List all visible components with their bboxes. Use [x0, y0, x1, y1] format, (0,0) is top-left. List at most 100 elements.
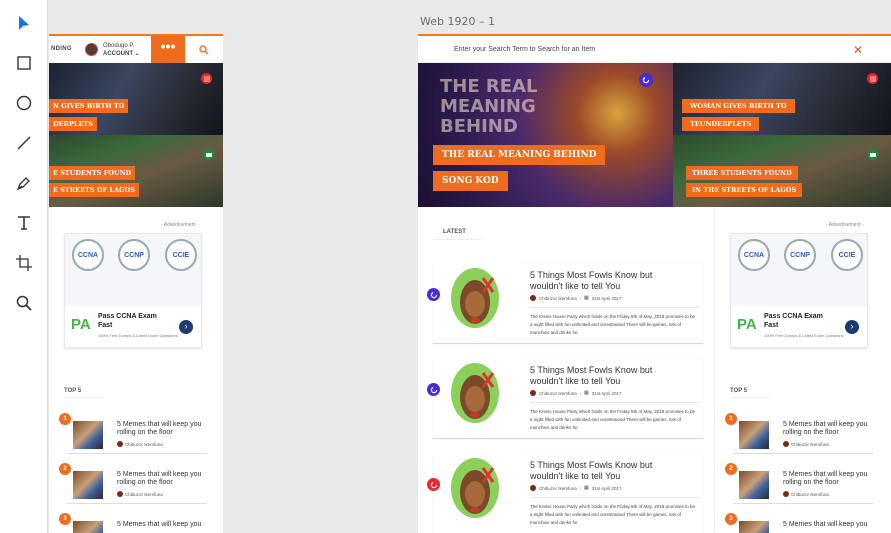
spinner-icon: [427, 383, 440, 396]
rectangle-tool-icon[interactable]: [14, 53, 34, 73]
article-meta: Chibuzor Ikemfuna / ▦ 31st April 2017: [530, 485, 622, 491]
chevron-right-icon[interactable]: ›: [845, 320, 859, 334]
search-bar: Enter your Search Term to Search for an …: [418, 34, 891, 63]
ad-logo: CCNP: [118, 239, 150, 271]
thumbnail: [739, 521, 769, 533]
search-input[interactable]: Enter your Search Term to Search for an …: [454, 46, 595, 53]
ad-brand: PA: [71, 316, 91, 333]
section-title: TOP 5: [64, 388, 104, 398]
tools-panel: [0, 0, 48, 533]
camera-icon: [867, 149, 878, 160]
article-card[interactable]: 5 Things Most Fowls Know but wouldn't li…: [427, 258, 703, 344]
chevron-down-icon: ⌄: [134, 51, 140, 57]
spinner-icon: [639, 73, 653, 87]
thumbnail: [73, 521, 103, 533]
mobile-artboard: NDING Obodugo P. ACCOUNT ⌄ ••• N GIVES B…: [49, 34, 223, 533]
spinner-icon: [427, 478, 440, 491]
ad-banner[interactable]: CCNA CCNP CCIE PA Pass CCNA Exam Fast 10…: [64, 233, 202, 348]
select-tool-icon[interactable]: [14, 13, 34, 33]
thumbnail: [739, 471, 769, 499]
article-card[interactable]: 5 Things Most Fowls Know but wouldn't li…: [427, 448, 703, 533]
divider: [530, 402, 700, 403]
column-divider: [714, 208, 715, 533]
story-tile[interactable]: E STUDENTS FOUND E STREETS OF LAGOS: [49, 135, 223, 207]
author: Chibuzor Ikemfuna: [783, 491, 829, 497]
mobile-header: NDING Obodugo P. ACCOUNT ⌄ •••: [49, 34, 223, 63]
ad-title: Pass CCNA Exam Fast: [764, 313, 823, 329]
pen-tool-icon[interactable]: [14, 173, 34, 193]
ad-label: - Advertisement -: [826, 222, 864, 228]
article-card[interactable]: 5 Things Most Fowls Know but wouldn't li…: [427, 353, 703, 439]
zoom-tool-icon[interactable]: [14, 293, 34, 313]
ad-image: CCNA CCNP CCIE: [65, 234, 201, 306]
line-tool-icon[interactable]: [14, 133, 34, 153]
item-title: 5 Memes that will keep you rolling on th…: [783, 421, 868, 436]
article-excerpt: The Kreiss House Party which holds on th…: [530, 409, 695, 430]
ad-title: Pass CCNA Exam Fast: [98, 313, 157, 329]
story-tile[interactable]: WOMAN GIVES BIRTH TO TEUNDERPLETS: [673, 63, 891, 135]
article-image: [433, 448, 517, 528]
avatar: [530, 295, 536, 301]
text-tool-icon[interactable]: [14, 213, 34, 233]
ad-label: - Advertisement -: [161, 222, 199, 228]
item-title: 5 Memes that will keep you rolling on th…: [117, 421, 202, 436]
article-excerpt: The Kreiss House Party which holds on th…: [530, 504, 695, 525]
search-icon: [199, 44, 209, 54]
thumbnail: [739, 421, 769, 449]
account-label: ACCOUNT: [103, 51, 133, 57]
hero-story[interactable]: THE REAL MEANING BEHIND THE REAL MEANING…: [418, 63, 673, 207]
close-icon[interactable]: ✕: [853, 43, 863, 57]
list-item[interactable]: 1 5 Memes that will keep you rolling on …: [59, 413, 207, 454]
article-excerpt: The Kreiss House Party which holds on th…: [530, 314, 695, 335]
ad-subtitle: 100% Free Dumps & Latest Exam Questions: [764, 333, 844, 338]
article-title[interactable]: 5 Things Most Fowls Know but wouldn't li…: [530, 365, 670, 387]
ad-logo: CCNA: [738, 239, 770, 271]
user-name: Obodugo P.: [103, 43, 135, 49]
author: Chibuzor Ikemfuna: [783, 441, 829, 447]
story-tag: IN THE STREETS OF LAGOS: [686, 183, 803, 197]
list-item[interactable]: 2 5 Memes that will keep you rolling on …: [725, 463, 873, 504]
avatar: [530, 485, 536, 491]
hero-image-title: THE REAL MEANING BEHIND: [440, 76, 538, 137]
more-button[interactable]: •••: [151, 36, 185, 63]
camera-icon: [203, 149, 214, 160]
ad-logo: CCIE: [165, 239, 197, 271]
trending-label[interactable]: NDING: [51, 46, 72, 52]
avatar: [783, 491, 789, 497]
ad-image: CCNA CCNP CCIE: [731, 234, 867, 306]
avatar[interactable]: [85, 43, 98, 56]
thumbnail: [73, 421, 103, 449]
list-item[interactable]: 2 5 Memes that will keep you rolling on …: [59, 463, 207, 504]
divider: [530, 307, 700, 308]
artboard-tool-icon[interactable]: [14, 253, 34, 273]
account-menu[interactable]: Obodugo P. ACCOUNT ⌄: [103, 42, 140, 58]
story-tile[interactable]: N GIVES BIRTH TO DERPLETS: [49, 63, 223, 135]
article-image: [433, 258, 517, 338]
section-title: LATEST: [443, 229, 466, 235]
divider: [530, 497, 700, 498]
calendar-icon: ▦: [584, 485, 589, 491]
ellipse-tool-icon[interactable]: [14, 93, 34, 113]
list-item[interactable]: 3 5 Memes that will keep you: [725, 513, 873, 533]
thumbnail: [73, 471, 103, 499]
spinner-icon: [427, 288, 440, 301]
article-title[interactable]: 5 Things Most Fowls Know but wouldn't li…: [530, 460, 670, 482]
story-tile[interactable]: THREE STUDENTS FOUND IN THE STREETS OF L…: [673, 135, 891, 207]
list-item[interactable]: 3 5 Memes that will keep you: [59, 513, 207, 533]
article-image: [433, 353, 517, 433]
search-button[interactable]: [185, 36, 223, 63]
avatar: [117, 441, 123, 447]
artboard-label[interactable]: Web 1920 – 1: [420, 15, 495, 28]
list-item[interactable]: 1 5 Memes that will keep you rolling on …: [725, 413, 873, 454]
story-tag: WOMAN GIVES BIRTH TO: [682, 99, 795, 113]
hero-tag: SONG KOD: [433, 171, 508, 191]
list-icon: [867, 73, 878, 84]
author: Chibuzor Ikemfuna: [117, 441, 163, 447]
ad-logo: CCNP: [784, 239, 816, 271]
ad-banner[interactable]: CCNA CCNP CCIE PA Pass CCNA Exam Fast 10…: [730, 233, 868, 348]
avatar: [530, 390, 536, 396]
avatar: [783, 441, 789, 447]
list-icon: [201, 73, 212, 84]
chevron-right-icon[interactable]: ›: [179, 320, 193, 334]
article-title[interactable]: 5 Things Most Fowls Know but wouldn't li…: [530, 270, 670, 292]
